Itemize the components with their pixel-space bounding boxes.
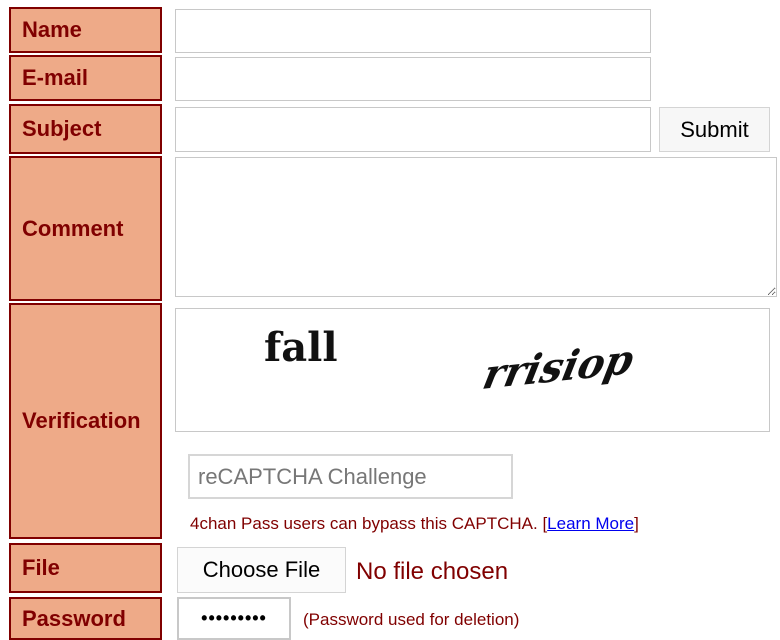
comment-label: Comment [9,156,162,301]
name-input[interactable] [175,9,651,53]
password-input-value: ••••••••• [201,608,267,628]
choose-file-button[interactable]: Choose File [177,547,346,593]
captcha-word-2: rrisiop [479,334,639,399]
file-label-text: File [22,555,60,580]
choose-file-button-label: Choose File [202,557,321,582]
comment-label-text: Comment [22,215,124,241]
subject-label-text: Subject [22,116,102,141]
subject-input[interactable] [175,107,651,152]
captcha-words: fall rrisiop [264,324,639,399]
email-label-text: E-mail [22,65,89,90]
verification-label: Verification [9,303,162,539]
learn-more-link[interactable]: Learn More [547,514,634,533]
captcha-pass-note-text: 4chan Pass users can bypass this CAPTCHA… [190,514,538,533]
email-label: E-mail [9,55,162,101]
captcha-image: fall rrisiop [175,308,770,432]
name-label-text: Name [22,17,82,42]
subject-label: Subject [9,104,162,154]
captcha-word-1: fall [264,324,338,371]
captcha-pass-note: 4chan Pass users can bypass this CAPTCHA… [190,514,639,534]
submit-button-label: Submit [680,116,749,142]
submit-button[interactable]: Submit [659,107,770,152]
learn-more-bracket-close: ] [634,514,639,533]
password-note: (Password used for deletion) [303,610,520,629]
file-label: File [9,543,162,593]
recaptcha-challenge-input[interactable]: reCAPTCHA Challenge [188,454,513,499]
email-input[interactable] [175,57,651,101]
password-input[interactable]: ••••••••• [177,597,291,640]
name-label: Name [9,7,162,53]
comment-textarea[interactable] [175,157,777,297]
password-label: Password [9,597,162,640]
file-status: No file chosen [356,558,509,585]
verification-label-text: Verification [22,408,141,433]
password-label-text: Password [22,605,126,631]
recaptcha-challenge-placeholder: reCAPTCHA Challenge [198,463,427,489]
